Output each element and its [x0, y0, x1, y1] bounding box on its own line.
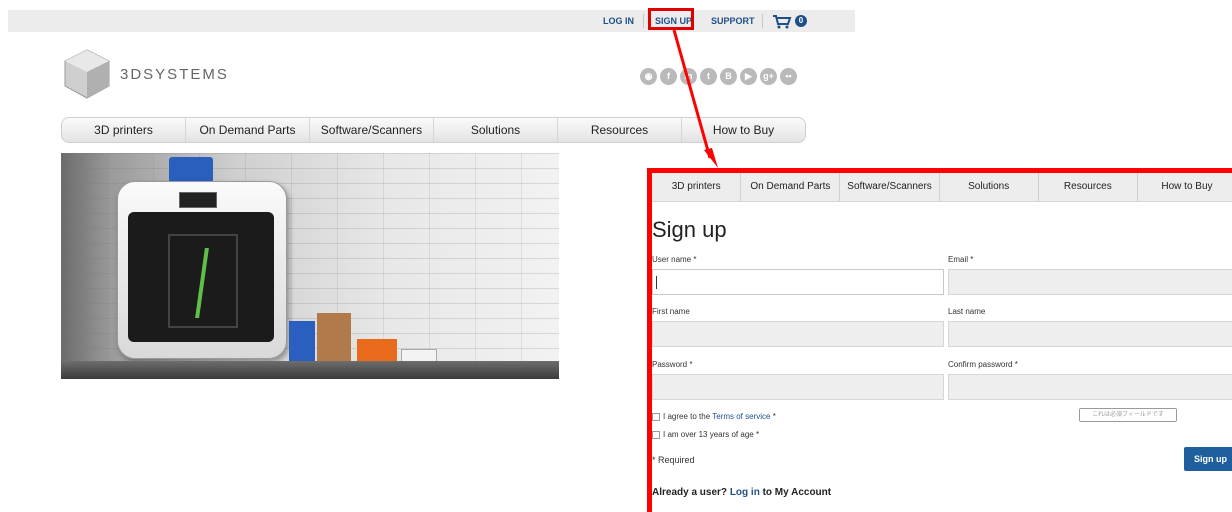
confirm-password-label: Confirm password *: [948, 360, 1018, 369]
page-title: Sign up: [652, 217, 727, 242]
terms-label: I agree to the Terms of service *: [663, 412, 776, 421]
age-label: I am over 13 years of age *: [663, 430, 760, 439]
signup-callout: 3D printers On Demand Parts Software/Sca…: [647, 168, 1232, 512]
signup-button[interactable]: Sign up: [1184, 447, 1232, 471]
login-link[interactable]: Log in: [730, 487, 760, 498]
username-input[interactable]: [652, 269, 944, 295]
username-label: User name *: [652, 255, 697, 264]
email-label: Email *: [948, 255, 974, 264]
required-field-tooltip: これは必須フィールドです: [1079, 408, 1177, 422]
nav-software-scanners[interactable]: Software/Scanners: [840, 173, 940, 201]
required-note: * Required: [652, 455, 695, 465]
terms-checkbox[interactable]: [652, 413, 660, 421]
terms-of-service-link[interactable]: Terms of service: [712, 412, 770, 421]
confirm-password-input[interactable]: [948, 374, 1232, 400]
age-checkbox[interactable]: [652, 431, 660, 439]
callout-nav: 3D printers On Demand Parts Software/Sca…: [652, 173, 1232, 202]
nav-resources[interactable]: Resources: [1039, 173, 1138, 201]
password-label: Password *: [652, 360, 693, 369]
firstname-label: First name: [652, 307, 690, 316]
already-user-text: Already a user? Log in to My Account: [652, 487, 832, 498]
email-input[interactable]: [948, 269, 1232, 295]
nav-how-to-buy[interactable]: How to Buy: [1138, 173, 1232, 201]
nav-3d-printers[interactable]: 3D printers: [652, 173, 742, 201]
password-input[interactable]: [652, 374, 944, 400]
lastname-label: Last name: [948, 307, 986, 316]
firstname-input[interactable]: [652, 321, 944, 347]
nav-on-demand-parts[interactable]: On Demand Parts: [741, 173, 841, 201]
nav-solutions[interactable]: Solutions: [940, 173, 1039, 201]
lastname-input[interactable]: [948, 321, 1232, 347]
